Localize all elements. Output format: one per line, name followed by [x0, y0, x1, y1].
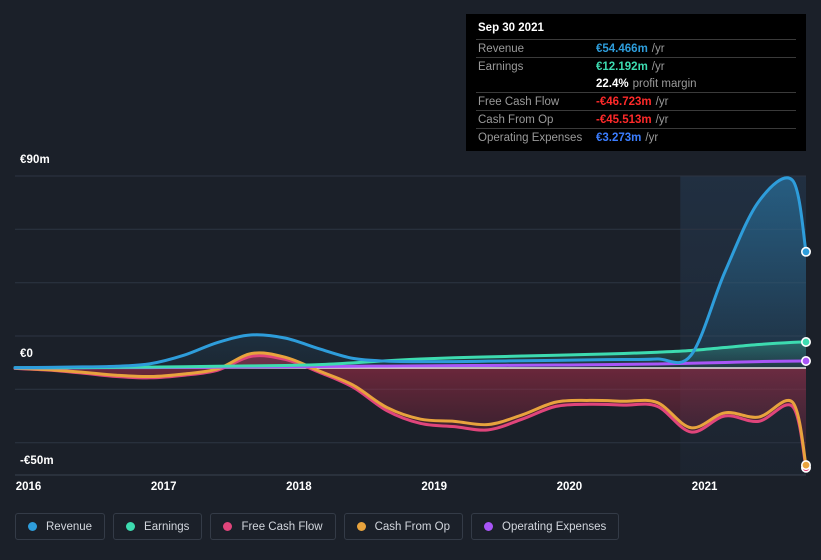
tooltip-row-unit: /yr — [651, 42, 665, 55]
x-axis-tick-2019: 2019 — [421, 481, 447, 493]
x-axis-tick-2020: 2020 — [556, 481, 583, 493]
tooltip-row: Operating Expenses €3.273m/yr — [476, 128, 796, 146]
tooltip-rows: Revenue €54.466m/yr Earnings €12.192m/yr 22.… — [476, 39, 796, 146]
tooltip-row-label: Operating Expenses — [478, 131, 583, 144]
tooltip-row-unit: /yr — [655, 95, 669, 108]
tooltip-row-value: €3.273m — [596, 131, 642, 144]
endpoint-marker-earnings[interactable] — [800, 336, 811, 347]
tooltip-row: Cash From Op -€45.513m/yr — [476, 110, 796, 128]
tooltip-row: Free Cash Flow -€46.723m/yr — [476, 92, 796, 110]
tooltip-row-label: Free Cash Flow — [478, 95, 560, 108]
y-axis-label-zero: €0 — [20, 348, 33, 360]
tooltip-row-value: €54.466m — [596, 42, 648, 55]
legend-color-dot-icon — [28, 522, 37, 531]
legend-item-label: Free Cash Flow — [241, 520, 323, 533]
tooltip-row-unit: /yr — [651, 60, 665, 73]
legend-item-operating-expenses[interactable]: Operating Expenses — [471, 513, 620, 540]
x-axis-tick-2018: 2018 — [286, 481, 312, 493]
tooltip-row: 22.4% profit margin — [476, 75, 796, 92]
legend-item-label: Earnings — [144, 520, 190, 533]
tooltip-row-unit: /yr — [655, 113, 669, 126]
legend-color-dot-icon — [223, 522, 233, 531]
x-axis-tick-2021: 2021 — [691, 481, 718, 493]
legend-item-label: Operating Expenses — [502, 520, 607, 533]
tooltip-row-label: Earnings — [478, 60, 524, 73]
tooltip-date-title: Sep 30 2021 — [478, 22, 544, 34]
legend-item-free-cash-flow[interactable]: Free Cash Flow — [210, 513, 336, 540]
chart-legend[interactable]: Revenue Earnings Free Cash Flow Cash From O… — [15, 513, 620, 540]
tooltip-row-label: Revenue — [478, 42, 525, 55]
tooltip-row: Earnings €12.192m/yr — [476, 57, 796, 75]
legend-color-dot-icon — [356, 522, 366, 531]
tooltip-row-unit: /yr — [645, 131, 659, 144]
y-axis-label-min: -€50m — [20, 455, 54, 467]
tooltip-row-value: -€45.513m — [596, 113, 652, 126]
tooltip-row-value: -€46.723m — [596, 95, 652, 108]
tooltip-row-value: 22.4% — [596, 77, 629, 90]
legend-color-dot-icon — [126, 522, 136, 531]
endpoint-marker-cash-from-op[interactable] — [800, 460, 811, 471]
legend-color-dot-icon — [484, 522, 494, 531]
tooltip-row: Revenue €54.466m/yr — [476, 39, 796, 57]
tooltip-row-unit: profit margin — [632, 77, 697, 90]
data-tooltip: Sep 30 2021 Revenue €54.466m/yr Earnings €1… — [466, 14, 806, 151]
legend-item-label: Cash From Op — [374, 520, 451, 533]
x-axis-tick-2016: 2016 — [15, 481, 42, 493]
x-axis-tick-2017: 2017 — [150, 481, 177, 493]
tooltip-row-value: €12.192m — [596, 60, 648, 73]
legend-item-label: Revenue — [46, 520, 93, 533]
tooltip-row-label: Cash From Op — [478, 113, 554, 126]
y-axis-label-max: €90m — [20, 154, 50, 166]
legend-item-cash-from-op[interactable]: Cash From Op — [343, 513, 464, 540]
endpoint-marker-operating-expenses[interactable] — [800, 355, 811, 366]
legend-item-earnings[interactable]: Earnings — [113, 513, 203, 540]
legend-item-revenue[interactable]: Revenue — [15, 513, 106, 540]
financial-area-chart[interactable]: €90m €0 -€50m 2016 2017 2018 2019 2020 2021 S… — [0, 0, 821, 560]
endpoint-marker-revenue[interactable] — [800, 246, 811, 257]
